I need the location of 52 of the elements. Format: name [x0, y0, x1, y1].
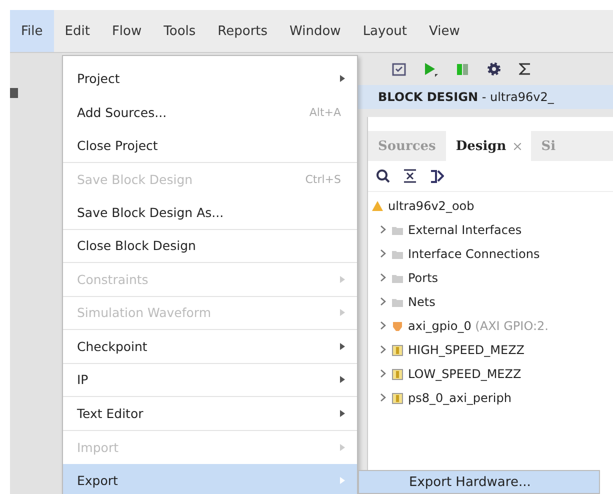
sigma-icon[interactable]: [519, 62, 531, 76]
menu-item[interactable]: Export Hardware...: [359, 474, 531, 490]
search-icon[interactable]: [376, 169, 390, 183]
ip-block-icon: [392, 320, 403, 332]
run-icon[interactable]: [424, 62, 438, 76]
module-icon: [392, 392, 403, 404]
menu-bar-item[interactable]: Layout: [352, 10, 418, 52]
menu-bar-item[interactable]: Edit: [54, 10, 101, 52]
close-icon[interactable]: [514, 142, 522, 150]
module-icon: [392, 344, 403, 356]
folder-icon: [392, 226, 403, 234]
submenu-arrow-icon: [340, 309, 345, 316]
tree-item[interactable]: Interface Connections: [408, 247, 540, 261]
panel-tab[interactable]: Design: [446, 131, 532, 161]
menu-bar-item[interactable]: Tools: [152, 10, 207, 52]
tree-item[interactable]: axi_gpio_0 (AXI GPIO:2.: [408, 319, 548, 333]
tree-item[interactable]: HIGH_SPEED_MEZZ: [408, 343, 525, 357]
menu-item[interactable]: Text Editor: [63, 397, 357, 430]
submenu-arrow-icon: [340, 342, 345, 350]
settings-icon[interactable]: [487, 62, 501, 76]
menu-bar-item[interactable]: View: [418, 10, 471, 52]
collapse-all-icon[interactable]: [404, 169, 416, 183]
menu-item[interactable]: Close Block Design: [63, 230, 357, 263]
menu-item[interactable]: Close Project: [63, 129, 357, 162]
tree-item[interactable]: ultra96v2_oob: [388, 199, 474, 213]
panel-marker: [10, 88, 18, 98]
tree-item[interactable]: ps8_0_axi_periph: [408, 391, 512, 405]
menu-item[interactable]: Export: [63, 464, 357, 494]
submenu-arrow-icon: [340, 75, 345, 82]
tree-item[interactable]: External Interfaces: [408, 223, 522, 237]
folder-icon: [392, 274, 403, 282]
checklist-icon[interactable]: [392, 62, 406, 76]
menu-bar-item[interactable]: Window: [278, 10, 352, 52]
tree-item[interactable]: LOW_SPEED_MEZZ: [408, 367, 522, 381]
submenu-arrow-icon: [340, 276, 345, 283]
menu-bar-item[interactable]: Reports: [206, 10, 279, 52]
submenu-arrow-icon: [340, 477, 345, 484]
submenu-arrow-icon: [340, 376, 345, 384]
submenu-arrow-icon: [340, 410, 345, 417]
menu-bar-item[interactable]: Flow: [100, 10, 153, 52]
tree-item[interactable]: Nets: [408, 295, 436, 309]
submenu-arrow-icon: [340, 444, 345, 451]
expand-icon[interactable]: [430, 170, 444, 182]
module-icon: [392, 368, 403, 380]
tree-item[interactable]: Ports: [408, 271, 438, 285]
menu-bar-item[interactable]: File: [10, 10, 54, 52]
menu-item[interactable]: Checkpoint: [63, 330, 357, 364]
folder-icon: [392, 250, 403, 258]
folder-icon: [392, 298, 403, 306]
menu-item[interactable]: IP: [63, 364, 357, 397]
warning-icon: [372, 201, 383, 211]
menu-item[interactable]: Save Block Design As...: [63, 196, 357, 230]
